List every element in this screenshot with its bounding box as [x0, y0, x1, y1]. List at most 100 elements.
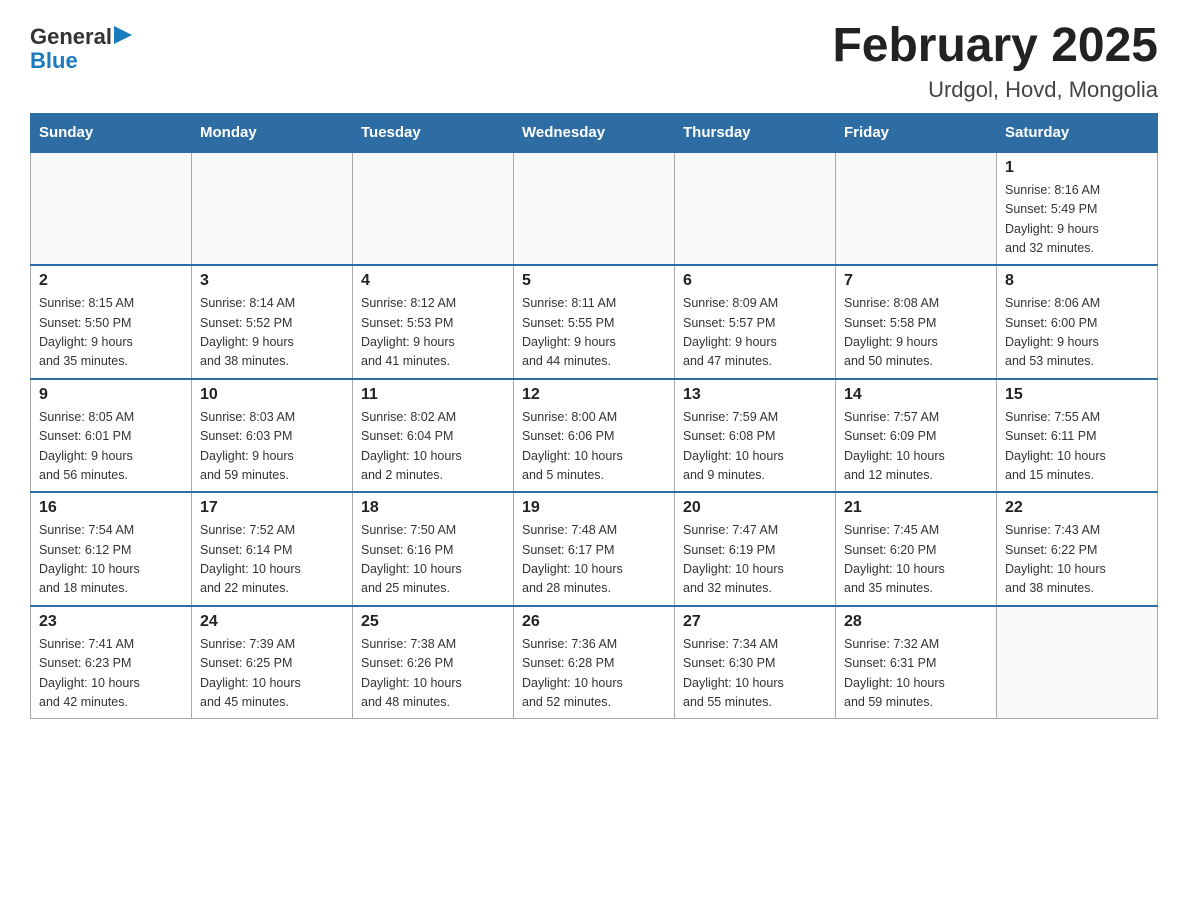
calendar-day-cell: 11 Sunrise: 8:02 AMSunset: 6:04 PMDayligh… — [353, 379, 514, 493]
day-info: Sunrise: 7:55 AMSunset: 6:11 PMDaylight:… — [1005, 410, 1106, 482]
calendar-day-cell: 20 Sunrise: 7:47 AMSunset: 6:19 PMDayligh… — [675, 492, 836, 606]
logo-blue: Blue — [30, 49, 78, 73]
day-number: 6 — [683, 272, 827, 290]
day-info: Sunrise: 8:12 AMSunset: 5:53 PMDaylight:… — [361, 296, 456, 368]
calendar-day-cell: 12Sunrise: 8:00 AMSunset: 6:06 PMDayligh… — [514, 379, 675, 493]
day-number: 11 — [361, 386, 505, 404]
day-info: Sunrise: 7:41 AMSunset: 6:23 PMDaylight:… — [39, 637, 140, 709]
day-info: Sunrise: 7:48 AMSunset: 6:17 PMDaylight:… — [522, 523, 623, 595]
day-info: Sunrise: 7:34 AMSunset: 6:30 PMDaylight:… — [683, 637, 784, 709]
day-number: 24 — [200, 613, 344, 631]
day-number: 5 — [522, 272, 666, 290]
calendar-day-cell: 1 Sunrise: 8:16 AMSunset: 5:49 PMDaylight… — [997, 152, 1158, 266]
day-info: Sunrise: 8:08 AMSunset: 5:58 PMDaylight:… — [844, 296, 939, 368]
calendar-day-cell: 6 Sunrise: 8:09 AMSunset: 5:57 PMDaylight… — [675, 265, 836, 379]
calendar-day-cell: 28 Sunrise: 7:32 AMSunset: 6:31 PMDayligh… — [836, 606, 997, 719]
calendar-day-cell — [192, 152, 353, 266]
day-number: 23 — [39, 613, 183, 631]
day-info: Sunrise: 7:43 AMSunset: 6:22 PMDaylight:… — [1005, 523, 1106, 595]
weekday-header-monday: Monday — [192, 113, 353, 152]
day-info: Sunrise: 7:57 AMSunset: 6:09 PMDaylight:… — [844, 410, 945, 482]
weekday-header-thursday: Thursday — [675, 113, 836, 152]
day-number: 10 — [200, 386, 344, 404]
day-number: 18 — [361, 499, 505, 517]
day-number: 9 — [39, 386, 183, 404]
calendar-day-cell: 23 Sunrise: 7:41 AMSunset: 6:23 PMDayligh… — [31, 606, 192, 719]
weekday-header-sunday: Sunday — [31, 113, 192, 152]
title-block: February 2025 Urdgol, Hovd, Mongolia — [832, 20, 1158, 103]
day-info: Sunrise: 7:50 AMSunset: 6:16 PMDaylight:… — [361, 523, 462, 595]
day-number: 1 — [1005, 159, 1149, 177]
calendar-day-cell — [836, 152, 997, 266]
day-info: Sunrise: 7:54 AMSunset: 6:12 PMDaylight:… — [39, 523, 140, 595]
day-number: 2 — [39, 272, 183, 290]
logo: General Blue — [30, 20, 132, 73]
day-info: Sunrise: 7:47 AMSunset: 6:19 PMDaylight:… — [683, 523, 784, 595]
calendar-day-cell: 27 Sunrise: 7:34 AMSunset: 6:30 PMDayligh… — [675, 606, 836, 719]
day-number: 17 — [200, 499, 344, 517]
day-number: 25 — [361, 613, 505, 631]
day-info: Sunrise: 7:59 AMSunset: 6:08 PMDaylight:… — [683, 410, 784, 482]
calendar-day-cell: 21Sunrise: 7:45 AMSunset: 6:20 PMDayligh… — [836, 492, 997, 606]
calendar-day-cell — [675, 152, 836, 266]
calendar-day-cell — [514, 152, 675, 266]
calendar-week-row: 16 Sunrise: 7:54 AMSunset: 6:12 PMDayligh… — [31, 492, 1158, 606]
logo-triangle-icon — [114, 26, 132, 44]
calendar-day-cell: 7 Sunrise: 8:08 AMSunset: 5:58 PMDaylight… — [836, 265, 997, 379]
day-info: Sunrise: 7:39 AMSunset: 6:25 PMDaylight:… — [200, 637, 301, 709]
day-number: 19 — [522, 499, 666, 517]
day-info: Sunrise: 7:32 AMSunset: 6:31 PMDaylight:… — [844, 637, 945, 709]
day-number: 20 — [683, 499, 827, 517]
day-number: 26 — [522, 613, 666, 631]
calendar-day-cell: 18 Sunrise: 7:50 AMSunset: 6:16 PMDayligh… — [353, 492, 514, 606]
day-info: Sunrise: 8:09 AMSunset: 5:57 PMDaylight:… — [683, 296, 778, 368]
day-info: Sunrise: 8:05 AMSunset: 6:01 PMDaylight:… — [39, 410, 134, 482]
calendar-week-row: 1 Sunrise: 8:16 AMSunset: 5:49 PMDaylight… — [31, 152, 1158, 266]
page-header: General Blue February 2025 Urdgol, Hovd,… — [30, 20, 1158, 103]
day-info: Sunrise: 7:38 AMSunset: 6:26 PMDaylight:… — [361, 637, 462, 709]
day-number: 13 — [683, 386, 827, 404]
day-info: Sunrise: 8:06 AMSunset: 6:00 PMDaylight:… — [1005, 296, 1100, 368]
day-info: Sunrise: 8:02 AMSunset: 6:04 PMDaylight:… — [361, 410, 462, 482]
calendar-day-cell: 22 Sunrise: 7:43 AMSunset: 6:22 PMDayligh… — [997, 492, 1158, 606]
calendar-day-cell: 3 Sunrise: 8:14 AMSunset: 5:52 PMDaylight… — [192, 265, 353, 379]
calendar-day-cell: 24 Sunrise: 7:39 AMSunset: 6:25 PMDayligh… — [192, 606, 353, 719]
calendar-day-cell — [353, 152, 514, 266]
day-number: 7 — [844, 272, 988, 290]
day-number: 14 — [844, 386, 988, 404]
calendar-week-row: 23 Sunrise: 7:41 AMSunset: 6:23 PMDayligh… — [31, 606, 1158, 719]
day-number: 15 — [1005, 386, 1149, 404]
day-number: 8 — [1005, 272, 1149, 290]
calendar-day-cell: 26Sunrise: 7:36 AMSunset: 6:28 PMDayligh… — [514, 606, 675, 719]
day-info: Sunrise: 8:11 AMSunset: 5:55 PMDaylight:… — [522, 296, 616, 368]
calendar-day-cell: 17Sunrise: 7:52 AMSunset: 6:14 PMDayligh… — [192, 492, 353, 606]
calendar-day-cell: 10 Sunrise: 8:03 AMSunset: 6:03 PMDayligh… — [192, 379, 353, 493]
day-number: 22 — [1005, 499, 1149, 517]
calendar-day-cell: 13 Sunrise: 7:59 AMSunset: 6:08 PMDayligh… — [675, 379, 836, 493]
day-number: 28 — [844, 613, 988, 631]
calendar-day-cell: 19 Sunrise: 7:48 AMSunset: 6:17 PMDayligh… — [514, 492, 675, 606]
weekday-header-friday: Friday — [836, 113, 997, 152]
day-info: Sunrise: 8:14 AMSunset: 5:52 PMDaylight:… — [200, 296, 295, 368]
weekday-header-saturday: Saturday — [997, 113, 1158, 152]
day-number: 4 — [361, 272, 505, 290]
day-info: Sunrise: 8:03 AMSunset: 6:03 PMDaylight:… — [200, 410, 295, 482]
logo-general: General — [30, 25, 112, 49]
weekday-header-wednesday: Wednesday — [514, 113, 675, 152]
day-number: 27 — [683, 613, 827, 631]
weekday-header-tuesday: Tuesday — [353, 113, 514, 152]
calendar-day-cell — [31, 152, 192, 266]
calendar-week-row: 2 Sunrise: 8:15 AMSunset: 5:50 PMDaylight… — [31, 265, 1158, 379]
day-number: 16 — [39, 499, 183, 517]
day-number: 3 — [200, 272, 344, 290]
calendar-day-cell: 14 Sunrise: 7:57 AMSunset: 6:09 PMDayligh… — [836, 379, 997, 493]
calendar-day-cell: 5 Sunrise: 8:11 AMSunset: 5:55 PMDaylight… — [514, 265, 675, 379]
day-info: Sunrise: 7:45 AMSunset: 6:20 PMDaylight:… — [844, 523, 945, 595]
calendar-day-cell: 2 Sunrise: 8:15 AMSunset: 5:50 PMDaylight… — [31, 265, 192, 379]
weekday-header-row: SundayMondayTuesdayWednesdayThursdayFrid… — [31, 113, 1158, 152]
day-info: Sunrise: 8:16 AMSunset: 5:49 PMDaylight:… — [1005, 183, 1100, 255]
calendar-day-cell: 4 Sunrise: 8:12 AMSunset: 5:53 PMDaylight… — [353, 265, 514, 379]
day-info: Sunrise: 8:15 AMSunset: 5:50 PMDaylight:… — [39, 296, 134, 368]
calendar-week-row: 9 Sunrise: 8:05 AMSunset: 6:01 PMDaylight… — [31, 379, 1158, 493]
calendar-subtitle: Urdgol, Hovd, Mongolia — [832, 77, 1158, 103]
